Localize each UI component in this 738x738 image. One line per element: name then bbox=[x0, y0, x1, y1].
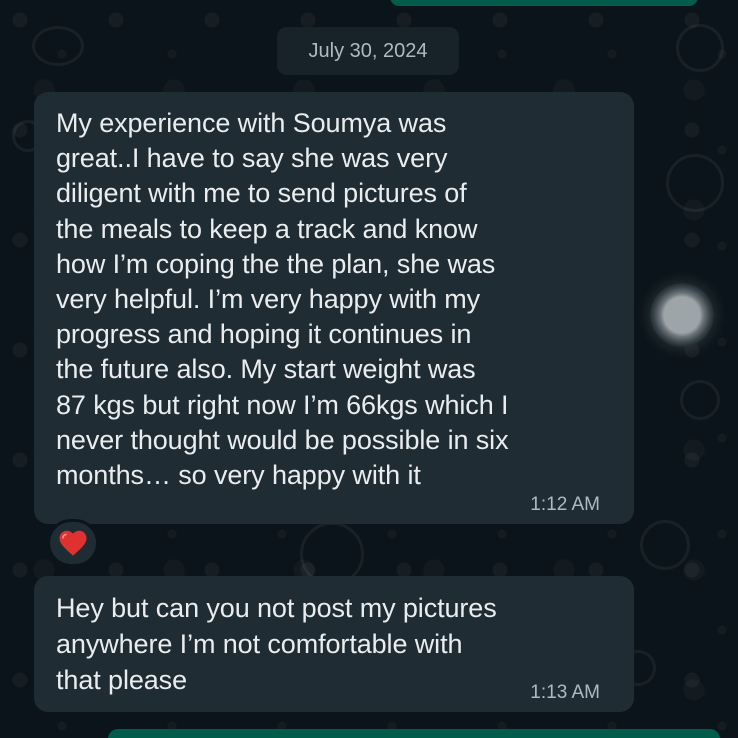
message-timestamp: 1:12 AM bbox=[530, 494, 600, 515]
message-timestamp: 1:13 AM bbox=[530, 682, 600, 703]
wallpaper-doodle bbox=[32, 26, 84, 66]
outgoing-message-bubble-partial[interactable] bbox=[108, 729, 720, 738]
message-reaction[interactable] bbox=[47, 519, 99, 567]
red-heart-icon bbox=[59, 530, 87, 556]
outgoing-message-bubble-partial[interactable] bbox=[390, 0, 698, 6]
floating-touch-indicator[interactable] bbox=[650, 283, 714, 347]
wallpaper-doodle bbox=[640, 520, 690, 570]
date-separator: July 30, 2024 bbox=[277, 27, 459, 75]
wallpaper-doodle bbox=[680, 380, 720, 420]
wallpaper-doodle bbox=[676, 24, 724, 72]
date-label: July 30, 2024 bbox=[308, 39, 428, 62]
wallpaper-doodle bbox=[666, 154, 724, 212]
incoming-message-bubble[interactable]: Hey but can you not post my pictures any… bbox=[34, 576, 634, 712]
incoming-message-bubble[interactable]: My experience with Soumya was great..I h… bbox=[34, 92, 634, 524]
message-text: My experience with Soumya was great..I h… bbox=[56, 108, 509, 491]
